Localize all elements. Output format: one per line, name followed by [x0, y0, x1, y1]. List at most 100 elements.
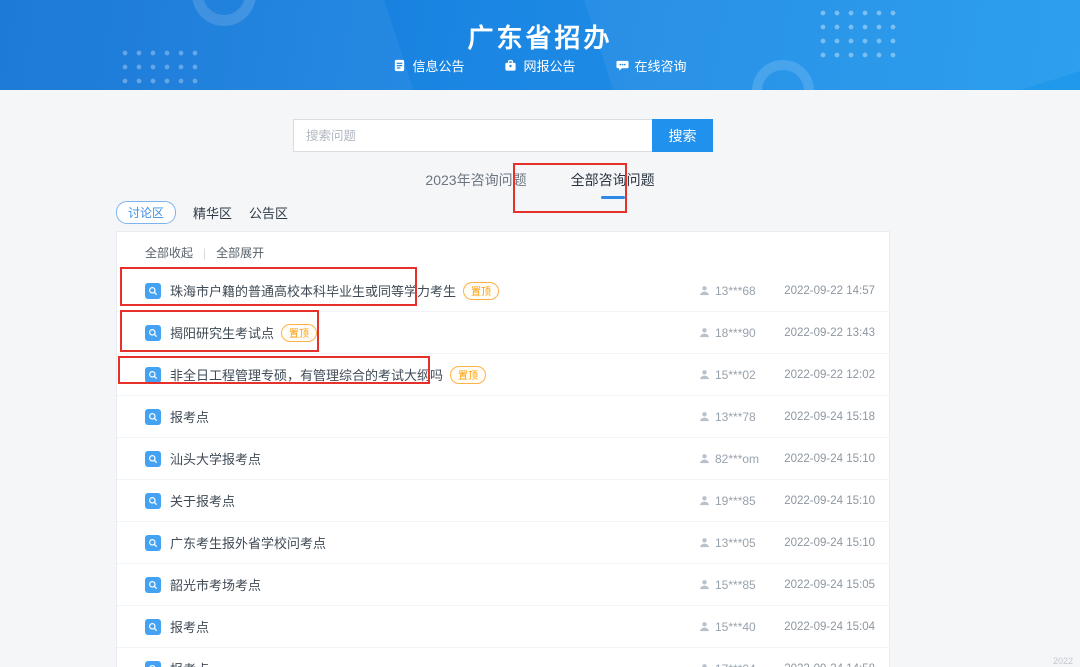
user-icon: [699, 411, 710, 422]
question-time: 2022-09-22 14:57: [765, 285, 875, 297]
tab-highlights-board[interactable]: 精华区: [193, 203, 232, 222]
list-toolbar: 全部收起 | 全部展开: [117, 232, 889, 270]
question-time: 2022-09-24 15:10: [765, 495, 875, 507]
pinned-badge: 置顶: [281, 324, 317, 342]
user-icon: [699, 327, 710, 338]
question-user: 18***90: [699, 326, 765, 340]
user-icon: [699, 621, 710, 632]
user-id: 15***02: [715, 368, 756, 382]
tab-announcement-board[interactable]: 公告区: [249, 203, 288, 222]
user-icon: [699, 495, 710, 506]
question-row[interactable]: 韶光市考场考点 15***85 2022-09-24 15:05: [117, 564, 889, 606]
question-title[interactable]: 汕头大学报考点: [170, 449, 261, 468]
question-row[interactable]: 报考点 15***40 2022-09-24 15:04: [117, 606, 889, 648]
question-title[interactable]: 非全日工程管理专硕，有管理综合的考试大纲吗: [170, 365, 443, 384]
question-icon: [145, 409, 161, 425]
user-id: 17***04: [715, 662, 756, 667]
nav-item-online-consult[interactable]: 在线咨询: [616, 56, 687, 75]
search-input[interactable]: [293, 119, 652, 152]
question-time: 2022-09-24 15:10: [765, 537, 875, 549]
question-icon: [145, 283, 161, 299]
question-title[interactable]: 广东考生报外省学校问考点: [170, 533, 326, 552]
nav-item-web-report-notice[interactable]: 网报公告: [504, 56, 575, 75]
question-icon: [145, 493, 161, 509]
question-icon: [145, 661, 161, 667]
question-time: 2022-09-22 12:02: [765, 369, 875, 381]
question-user: 13***78: [699, 410, 765, 424]
page-header: 广东省招办 信息公告 网报公告 在线咨询: [0, 0, 1080, 90]
question-icon: [145, 535, 161, 551]
nav-label: 信息公告: [412, 56, 464, 75]
question-row[interactable]: 关于报考点 19***85 2022-09-24 15:10: [117, 480, 889, 522]
question-icon: [145, 619, 161, 635]
collapse-all-link[interactable]: 全部收起: [145, 244, 193, 261]
question-title[interactable]: 揭阳研究生考试点: [170, 323, 274, 342]
question-user: 15***02: [699, 368, 765, 382]
user-id: 15***40: [715, 620, 756, 634]
user-icon: [699, 663, 710, 667]
question-icon: [145, 325, 161, 341]
question-icon: [145, 451, 161, 467]
pinned-badge: 置顶: [463, 282, 499, 300]
user-id: 13***68: [715, 284, 756, 298]
tab-discussion-board[interactable]: 讨论区: [116, 201, 176, 224]
question-row[interactable]: 非全日工程管理专硕，有管理综合的考试大纲吗 置顶 15***02 2022-09…: [117, 354, 889, 396]
question-list: 珠海市户籍的普通高校本科毕业生或同等学力考生 置顶 13***68 2022-0…: [117, 270, 889, 667]
question-row[interactable]: 汕头大学报考点 82***om 2022-09-24 15:10: [117, 438, 889, 480]
question-row[interactable]: 报考点 13***78 2022-09-24 15:18: [117, 396, 889, 438]
question-icon: [145, 577, 161, 593]
question-title[interactable]: 珠海市户籍的普通高校本科毕业生或同等学力考生: [170, 281, 456, 300]
user-id: 19***85: [715, 494, 756, 508]
user-icon: [699, 285, 710, 296]
user-id: 13***05: [715, 536, 756, 550]
question-time: 2022-09-24 15:10: [765, 453, 875, 465]
question-title[interactable]: 报考点: [170, 407, 209, 426]
toolbar-separator: |: [203, 246, 206, 260]
tab-all-questions[interactable]: 全部咨询问题: [571, 170, 655, 199]
question-time: 2022-09-22 13:43: [765, 327, 875, 339]
question-user: 15***85: [699, 578, 765, 592]
user-icon: [699, 537, 710, 548]
question-tabs: 2023年咨询问题 全部咨询问题: [0, 170, 1080, 199]
question-icon: [145, 367, 161, 383]
board-tabs: 讨论区 精华区 公告区: [116, 201, 288, 224]
question-row[interactable]: 广东考生报外省学校问考点 13***05 2022-09-24 15:10: [117, 522, 889, 564]
site-title: 广东省招办: [0, 18, 1080, 55]
question-title[interactable]: 韶光市考场考点: [170, 575, 261, 594]
nav-label: 在线咨询: [635, 56, 687, 75]
question-user: 19***85: [699, 494, 765, 508]
question-title[interactable]: 报考点: [170, 617, 209, 636]
question-title[interactable]: 关于报考点: [170, 491, 235, 510]
tab-2023-questions[interactable]: 2023年咨询问题: [425, 170, 526, 199]
question-row[interactable]: 揭阳研究生考试点 置顶 18***90 2022-09-22 13:43: [117, 312, 889, 354]
search-button[interactable]: 搜索: [652, 119, 713, 152]
user-id: 13***78: [715, 410, 756, 424]
nav-label: 网报公告: [523, 56, 575, 75]
user-icon: [699, 453, 710, 464]
question-user: 82***om: [699, 452, 765, 466]
question-row[interactable]: 报考点 17***04 2022-09-24 14:58: [117, 648, 889, 667]
nav-item-info-notice[interactable]: 信息公告: [393, 56, 464, 75]
question-time: 2022-09-24 15:04: [765, 621, 875, 633]
question-time: 2022-09-24 15:18: [765, 411, 875, 423]
question-user: 17***04: [699, 662, 765, 667]
user-id: 82***om: [715, 452, 759, 466]
watermark: 2022: [1053, 656, 1073, 666]
question-row[interactable]: 珠海市户籍的普通高校本科毕业生或同等学力考生 置顶 13***68 2022-0…: [117, 270, 889, 312]
question-time: 2022-09-24 15:05: [765, 579, 875, 591]
user-icon: [699, 369, 710, 380]
question-user: 13***68: [699, 284, 765, 298]
header-nav: 信息公告 网报公告 在线咨询: [0, 56, 1080, 75]
document-icon: [393, 59, 406, 72]
chat-icon: [616, 59, 629, 72]
expand-all-link[interactable]: 全部展开: [216, 244, 264, 261]
question-time: 2022-09-24 14:58: [765, 663, 875, 667]
user-icon: [699, 579, 710, 590]
question-user: 15***40: [699, 620, 765, 634]
search-bar: 搜索: [293, 119, 713, 152]
pinned-badge: 置顶: [450, 366, 486, 384]
question-user: 13***05: [699, 536, 765, 550]
question-title[interactable]: 报考点: [170, 659, 209, 667]
briefcase-icon: [504, 59, 517, 72]
user-id: 18***90: [715, 326, 756, 340]
